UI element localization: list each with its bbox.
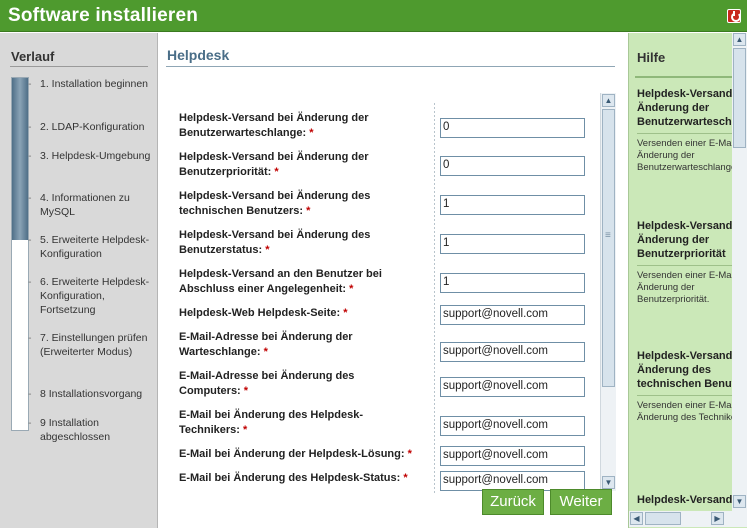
sidebar-divider: [10, 66, 148, 67]
step-item: -9 Installation abgeschlossen: [28, 417, 111, 443]
help-item-divider: [637, 265, 732, 266]
help-item-divider: [637, 395, 732, 396]
help-item-divider: [637, 133, 732, 134]
scroll-thumb[interactable]: [602, 109, 615, 387]
help-divider: [635, 76, 737, 78]
form-scrollbar[interactable]: ▲ ▼: [600, 93, 616, 491]
text-input[interactable]: 0: [440, 118, 585, 138]
step-item: -3. Helpdesk-Umgebung: [28, 150, 151, 162]
help-item: Helpdesk-Versand bei Änderung des techni…: [637, 349, 732, 424]
progress-sidebar: Verlauf -1. Installation beginnen -2. LD…: [0, 33, 158, 528]
field-label: E-Mail-Adresse bei Änderung des Computer…: [179, 370, 355, 397]
field-label: E-Mail-Adresse bei Änderung der Wartesch…: [179, 331, 353, 358]
text-input[interactable]: support@novell.com: [440, 446, 585, 466]
text-input[interactable]: support@novell.com: [440, 342, 585, 362]
scroll-up-icon[interactable]: ▲: [733, 33, 746, 46]
field-label: Helpdesk-Versand bei Änderung des Benutz…: [179, 229, 371, 256]
window-title: Software installieren: [8, 5, 199, 26]
sidebar-title: Verlauf: [11, 49, 55, 64]
form-scroll-area[interactable]: Helpdesk-Versand bei Änderung der Benutz…: [178, 103, 610, 493]
step-item: -8 Installationsvorgang: [28, 388, 143, 400]
help-item-title: Helpdesk-Versand bei Änderung des techni…: [637, 350, 732, 390]
help-item-desc: Versenden einer E-Mail bei Änderung der …: [637, 270, 732, 305]
scroll-up-icon[interactable]: ▲: [602, 94, 615, 107]
field-label: Helpdesk-Versand bei Änderung der Benutz…: [179, 151, 369, 178]
text-input[interactable]: 0: [440, 156, 585, 176]
text-input[interactable]: 1: [440, 234, 585, 254]
help-scrollbar[interactable]: ▲ ▼: [732, 33, 747, 511]
help-panel: Hilfe Helpdesk-Versand bei Änderung der …: [628, 33, 747, 528]
step-item: -5. Erweiterte Helpdesk-Konfiguration: [28, 234, 150, 260]
help-item-title: Helpdesk-Versand: [637, 494, 732, 506]
text-input[interactable]: support@novell.com: [440, 377, 585, 397]
step-item: -4. Informationen zu MySQL: [28, 192, 130, 218]
help-item-desc: Versenden einer E-Mail bei Änderung der …: [637, 138, 732, 173]
scroll-down-icon[interactable]: ▼: [733, 495, 746, 508]
text-input[interactable]: support@novell.com: [440, 305, 585, 325]
field-label: E-Mail bei Änderung der Helpdesk-Lösung:…: [179, 448, 412, 460]
help-item: Helpdesk-Versand bei Änderung der Benutz…: [637, 87, 732, 174]
step-item: -7. Einstellungen prüfen (Erweiterter Mo…: [28, 332, 148, 358]
field-label: Helpdesk-Versand bei Änderung des techni…: [179, 190, 371, 217]
help-content[interactable]: Helpdesk-Versand bei Änderung der Benutz…: [629, 83, 732, 513]
field-label: E-Mail bei Änderung des Helpdesk-Technik…: [179, 409, 363, 436]
text-input[interactable]: 1: [440, 273, 585, 293]
field-label: Helpdesk-Versand an den Benutzer bei Abs…: [179, 268, 382, 295]
step-item: -6. Erweiterte Helpdesk-Konfiguration, F…: [28, 276, 150, 316]
text-input[interactable]: 1: [440, 195, 585, 215]
scroll-thumb[interactable]: [733, 48, 746, 148]
help-title: Hilfe: [637, 50, 666, 65]
scroll-thumb[interactable]: [645, 512, 681, 525]
title-divider: [166, 66, 615, 67]
scroll-right-icon[interactable]: ▶: [711, 512, 724, 525]
field-label: Helpdesk-Web Helpdesk-Seite: *: [179, 307, 348, 319]
help-horizontal-scrollbar[interactable]: ◀ ▶: [629, 511, 747, 527]
scroll-down-icon[interactable]: ▼: [602, 476, 615, 489]
progress-bar-fill: [12, 78, 28, 240]
text-input[interactable]: support@novell.com: [440, 416, 585, 436]
help-item-title: Helpdesk-Versand bei Änderung der Benutz…: [637, 220, 732, 260]
progress-bar: [11, 77, 29, 431]
close-icon[interactable]: [727, 9, 741, 23]
text-input[interactable]: support@novell.com: [440, 471, 585, 491]
field-label: E-Mail bei Änderung des Helpdesk-Status:…: [179, 472, 408, 484]
help-item: Helpdesk-Versand bei Änderung der Benutz…: [637, 219, 732, 306]
help-item: Helpdesk-Versand: [637, 493, 732, 507]
page-title: Helpdesk: [167, 47, 230, 63]
back-button[interactable]: Zurück: [482, 489, 544, 515]
title-bar: Software installieren: [0, 0, 747, 32]
step-item: -2. LDAP-Konfiguration: [28, 121, 145, 133]
scroll-left-icon[interactable]: ◀: [630, 512, 643, 525]
help-item-title: Helpdesk-Versand bei Änderung der Benutz…: [637, 88, 732, 128]
help-item-desc: Versenden einer E-Mail bei Änderung des …: [637, 400, 732, 423]
next-button[interactable]: Weiter: [550, 489, 612, 515]
column-separator: [434, 103, 435, 493]
step-item: -1. Installation beginnen: [28, 78, 148, 90]
field-label: Helpdesk-Versand bei Änderung der Benutz…: [179, 112, 369, 139]
main-panel: Helpdesk Helpdesk-Versand bei Änderung d…: [158, 33, 628, 528]
